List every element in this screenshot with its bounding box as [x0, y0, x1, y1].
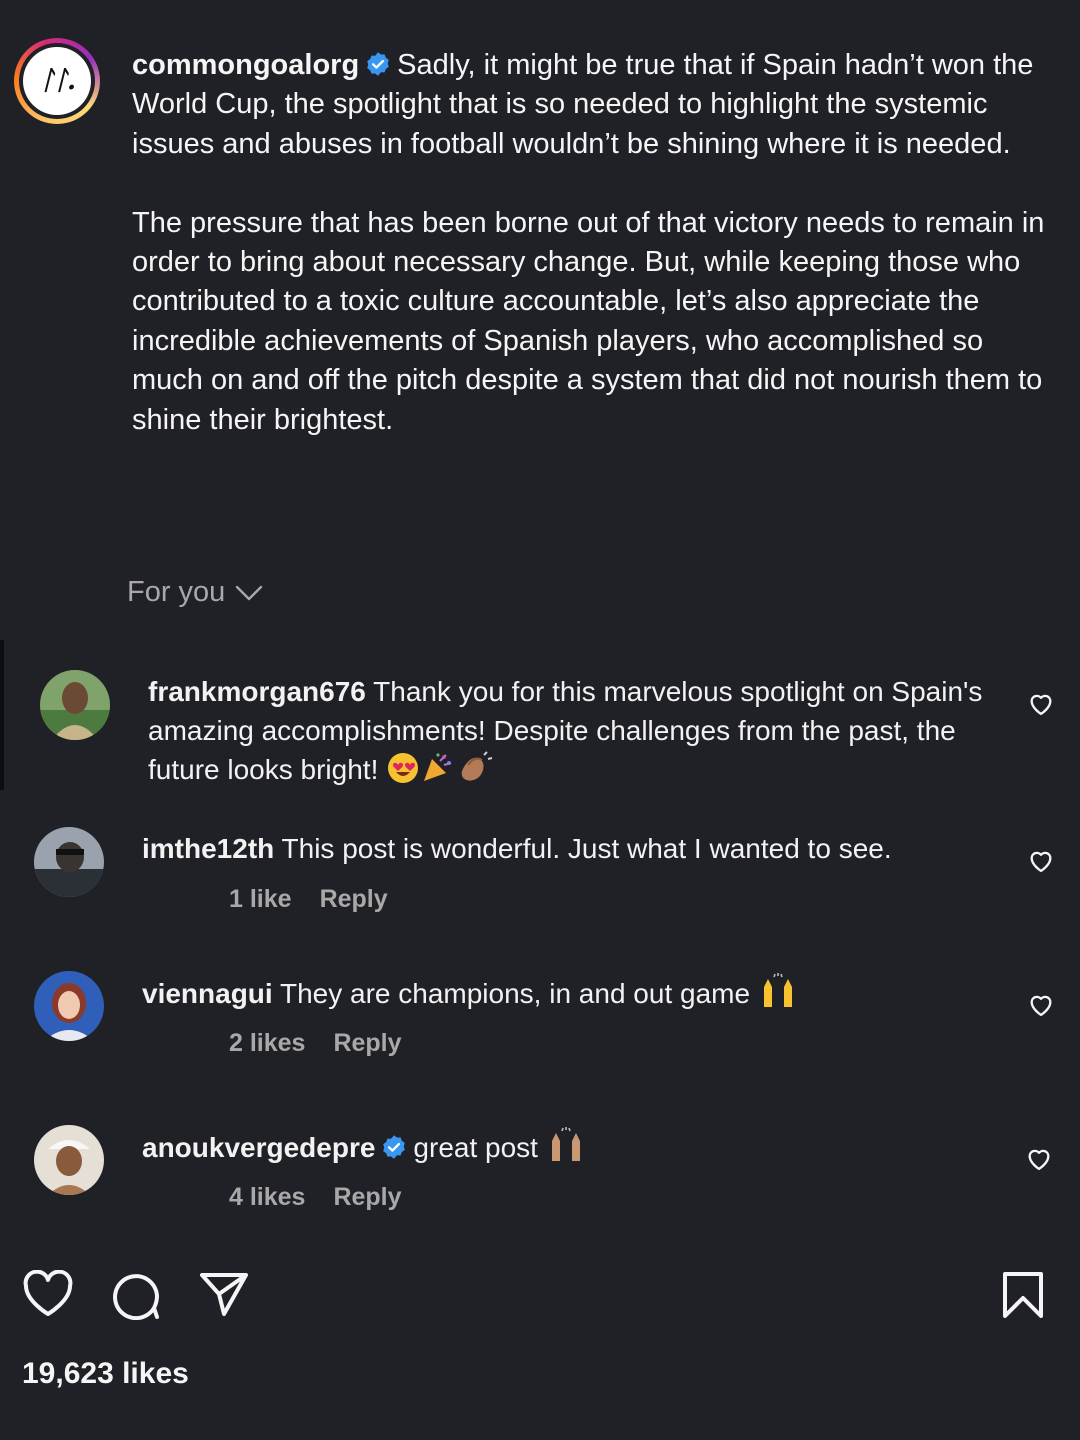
comment-sort-label: For you [127, 576, 226, 608]
post-author-avatar[interactable]: ᛚᛚ. [14, 38, 100, 124]
verified-badge-icon [383, 1135, 406, 1159]
party-popper-emoji-icon [420, 751, 454, 795]
reply-button[interactable]: Reply [320, 885, 388, 914]
post-like-count[interactable]: 19,623 likes [22, 1357, 189, 1391]
comment-body: great post [413, 1132, 538, 1163]
commenter-username[interactable]: frankmorgan676 [148, 676, 366, 707]
post-caption: commongoalorg Sadly, it might be true tha… [132, 46, 1052, 440]
comment-meta: 2 likes Reply [229, 1029, 402, 1058]
comment-like-count[interactable]: 2 likes [229, 1029, 305, 1058]
comment-text: frankmorgan676 Thank you for this marvel… [148, 672, 1008, 795]
reply-button[interactable]: Reply [333, 1029, 401, 1058]
comment-like-count[interactable]: 1 like [229, 885, 292, 914]
comment-text: anoukvergedepre great post [142, 1127, 1002, 1173]
commenter-username[interactable]: viennagui [142, 978, 273, 1009]
comment-body: They are champions, in and out game [279, 978, 751, 1009]
comment-item: frankmorgan676 Thank you for this marvel… [0, 670, 1080, 800]
commenter-avatar[interactable] [40, 670, 110, 740]
bookmark-icon[interactable] [1000, 1270, 1046, 1320]
chevron-down-icon [236, 585, 263, 600]
raising-hands-emoji-icon [546, 1127, 586, 1173]
comment-meta: 1 like Reply [229, 885, 388, 914]
commenter-avatar[interactable] [34, 971, 104, 1041]
raising-hands-emoji-icon [758, 973, 798, 1019]
commenter-username[interactable]: anoukvergedepre [142, 1132, 375, 1163]
comment-like-heart-icon[interactable] [1027, 847, 1055, 875]
comment-item: imthe12th This post is wonderful. Just w… [0, 827, 1080, 927]
heart-eyes-emoji-icon [386, 751, 420, 795]
comment-item: viennagui They are champions, in and out… [0, 971, 1080, 1071]
commenter-avatar[interactable] [34, 1125, 104, 1195]
comment-like-heart-icon[interactable] [1027, 690, 1055, 718]
heart-icon[interactable] [22, 1270, 74, 1318]
comment-like-heart-icon[interactable] [1027, 991, 1055, 1019]
reply-button[interactable]: Reply [333, 1183, 401, 1212]
comment-meta: 4 likes Reply [229, 1183, 402, 1212]
verified-badge-icon [367, 52, 389, 76]
comment-text: viennagui They are champions, in and out… [142, 973, 1002, 1019]
send-icon[interactable] [198, 1270, 250, 1318]
comment-text: imthe12th This post is wonderful. Just w… [142, 829, 1002, 868]
commenter-avatar[interactable] [34, 827, 104, 897]
clapping-hands-emoji-icon [454, 751, 494, 795]
comment-icon[interactable] [110, 1270, 162, 1320]
commenter-username[interactable]: imthe12th [142, 833, 274, 864]
comment-sort-dropdown[interactable]: For you [127, 576, 263, 609]
comment-like-count[interactable]: 4 likes [229, 1183, 305, 1212]
comment-like-heart-icon[interactable] [1025, 1145, 1053, 1173]
comment-item: anoukvergedepre great post 4 likes Reply [0, 1125, 1080, 1225]
post-author-username[interactable]: commongoalorg [132, 49, 359, 81]
caption-paragraph-2: The pressure that has been borne out of … [132, 206, 1045, 436]
commongoal-logo: ᛚᛚ. [23, 47, 91, 115]
comment-body: This post is wonderful. Just what I want… [281, 833, 892, 864]
